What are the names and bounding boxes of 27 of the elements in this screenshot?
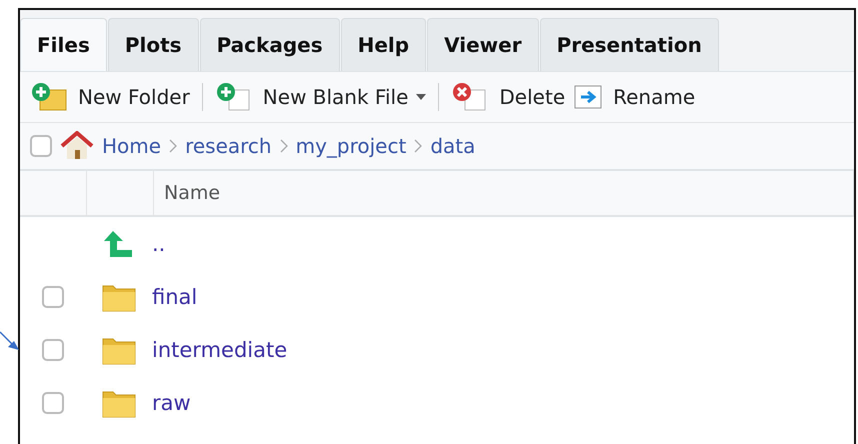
- row-checkbox[interactable]: [42, 338, 64, 360]
- toolbar-button[interactable]: New Blank File: [214, 82, 426, 112]
- tab[interactable]: Files: [20, 18, 107, 71]
- toolbar-button[interactable]: Delete: [451, 82, 566, 112]
- chevron-icon: [414, 139, 422, 153]
- select-all-checkbox[interactable]: [30, 135, 52, 157]
- tab[interactable]: Presentation: [540, 18, 719, 71]
- file-name-link[interactable]: ..: [152, 232, 166, 256]
- file-name-link[interactable]: intermediate: [152, 338, 288, 362]
- tab[interactable]: Plots: [108, 18, 199, 71]
- row-checkbox[interactable]: [42, 286, 64, 308]
- file-name-link[interactable]: raw: [152, 390, 191, 414]
- chevron-icon: [280, 139, 288, 153]
- tab[interactable]: Packages: [200, 18, 340, 71]
- file-name-link[interactable]: final: [152, 284, 198, 308]
- breadcrumb-link[interactable]: data: [430, 134, 476, 158]
- tab[interactable]: Help: [340, 18, 426, 71]
- breadcrumb-link[interactable]: research: [185, 134, 272, 158]
- up-arrow-icon: [103, 228, 135, 258]
- home-icon[interactable]: [60, 131, 94, 161]
- toolbar-button[interactable]: New Folder: [30, 82, 190, 112]
- row-checkbox[interactable]: [42, 392, 64, 414]
- breadcrumb-link[interactable]: Home: [102, 134, 162, 158]
- chevron-icon: [169, 139, 178, 153]
- toolbar-button[interactable]: Rename: [573, 83, 696, 111]
- tab[interactable]: Viewer: [427, 18, 539, 71]
- breadcrumb-link[interactable]: my_project: [296, 134, 406, 158]
